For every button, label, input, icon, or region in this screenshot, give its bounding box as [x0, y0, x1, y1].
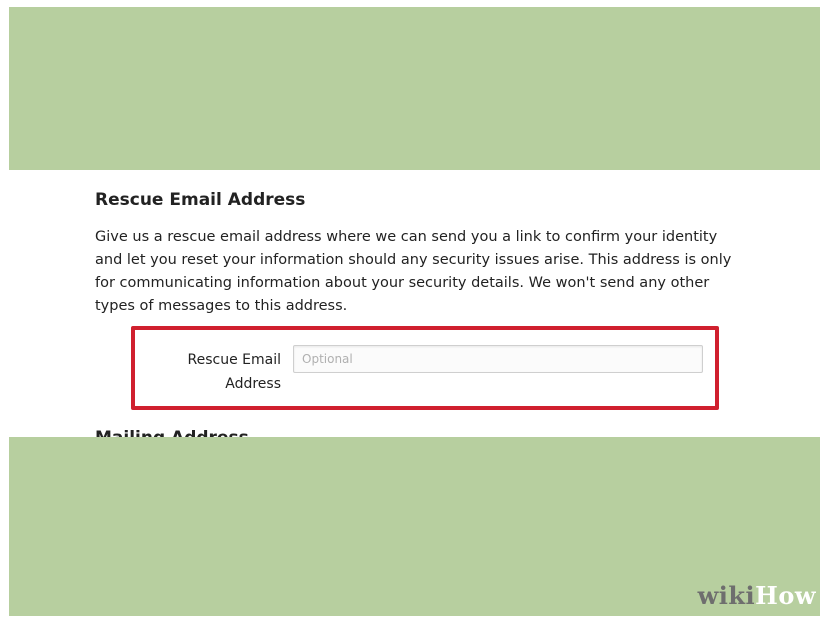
- highlighted-field-box: Rescue Email Address: [131, 326, 719, 410]
- top-background-band: [9, 7, 820, 170]
- watermark-how-text: How: [755, 581, 816, 610]
- rescue-email-label-line1: Rescue Email: [187, 352, 281, 368]
- rescue-email-input[interactable]: [293, 345, 703, 373]
- rescue-email-label-line2: Address: [225, 376, 281, 392]
- wikihow-watermark: wikiHow: [698, 581, 816, 610]
- section-description: Give us a rescue email address where we …: [95, 229, 732, 314]
- mailing-address-heading: Mailing Address: [95, 428, 249, 437]
- rescue-email-label: Rescue Email Address: [149, 348, 281, 396]
- watermark-wiki-text: wiki: [697, 581, 756, 610]
- section-title: Rescue Email Address: [95, 190, 306, 210]
- settings-panel: Rescue Email Address Give us a rescue em…: [9, 170, 820, 437]
- screenshot-frame: Rescue Email Address Give us a rescue em…: [0, 0, 820, 620]
